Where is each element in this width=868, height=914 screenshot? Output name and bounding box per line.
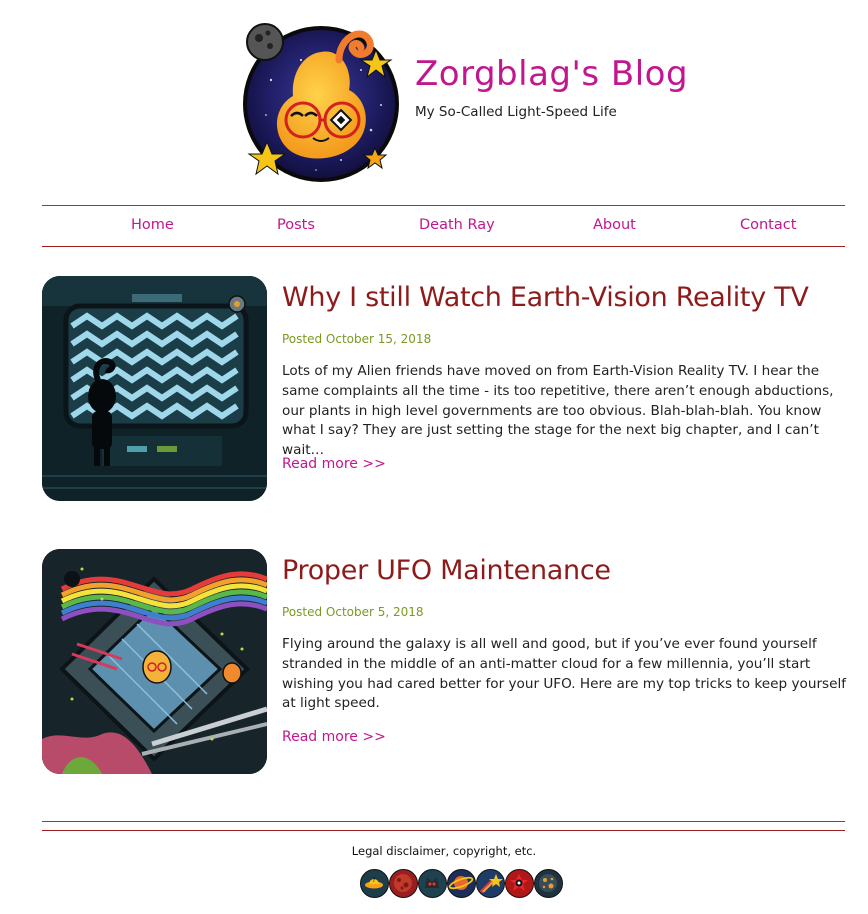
nav-about[interactable]: About <box>593 217 636 233</box>
asteroid-icon[interactable] <box>534 869 563 898</box>
ringed-planet-icon[interactable] <box>447 869 476 898</box>
svg-text:?: ? <box>372 877 375 884</box>
read-more-link[interactable]: Read more >> <box>282 729 386 745</box>
post-card: Why I still Watch Earth-Vision Reality T… <box>42 276 845 502</box>
comet-icon[interactable] <box>476 869 505 898</box>
nav-contact[interactable]: Contact <box>740 217 796 233</box>
mars-planet-icon[interactable] <box>389 869 418 898</box>
site-header: Zorgblag's Blog My So-Called Light-Speed… <box>0 0 868 200</box>
footer-divider <box>42 830 845 831</box>
post-excerpt: Flying around the galaxy is all well and… <box>282 636 847 712</box>
post-excerpt: Lots of my Alien friends have moved on f… <box>282 363 834 459</box>
footer-divider <box>42 821 845 822</box>
site-title[interactable]: Zorgblag's Blog <box>415 54 688 94</box>
post-thumbnail-ufo[interactable] <box>42 549 267 774</box>
post-title[interactable]: Proper UFO Maintenance <box>282 555 611 586</box>
post-date: Posted October 15, 2018 <box>282 332 432 346</box>
footer-icon-row: ? <box>360 869 564 899</box>
nav-home[interactable]: Home <box>131 217 174 233</box>
post-card: Proper UFO Maintenance Posted October 5,… <box>42 549 847 775</box>
read-more-link[interactable]: Read more >> <box>282 456 386 472</box>
nav-death-ray[interactable]: Death Ray <box>419 217 495 233</box>
zorgblag-logo[interactable] <box>241 20 401 182</box>
footer-legal: Legal disclaimer, copyright, etc. <box>351 844 537 858</box>
post-thumbnail-tv[interactable] <box>42 276 267 501</box>
red-alien-icon[interactable] <box>505 869 534 898</box>
site-tagline: My So-Called Light-Speed Life <box>415 104 617 120</box>
post-title[interactable]: Why I still Watch Earth-Vision Reality T… <box>282 282 809 313</box>
alien-cat-icon[interactable] <box>418 869 447 898</box>
nav-posts[interactable]: Posts <box>277 217 315 233</box>
post-date: Posted October 5, 2018 <box>282 605 424 619</box>
ufo-icon[interactable]: ? <box>360 869 389 898</box>
main-navigation: Home Posts Death Ray About Contact <box>42 205 845 247</box>
